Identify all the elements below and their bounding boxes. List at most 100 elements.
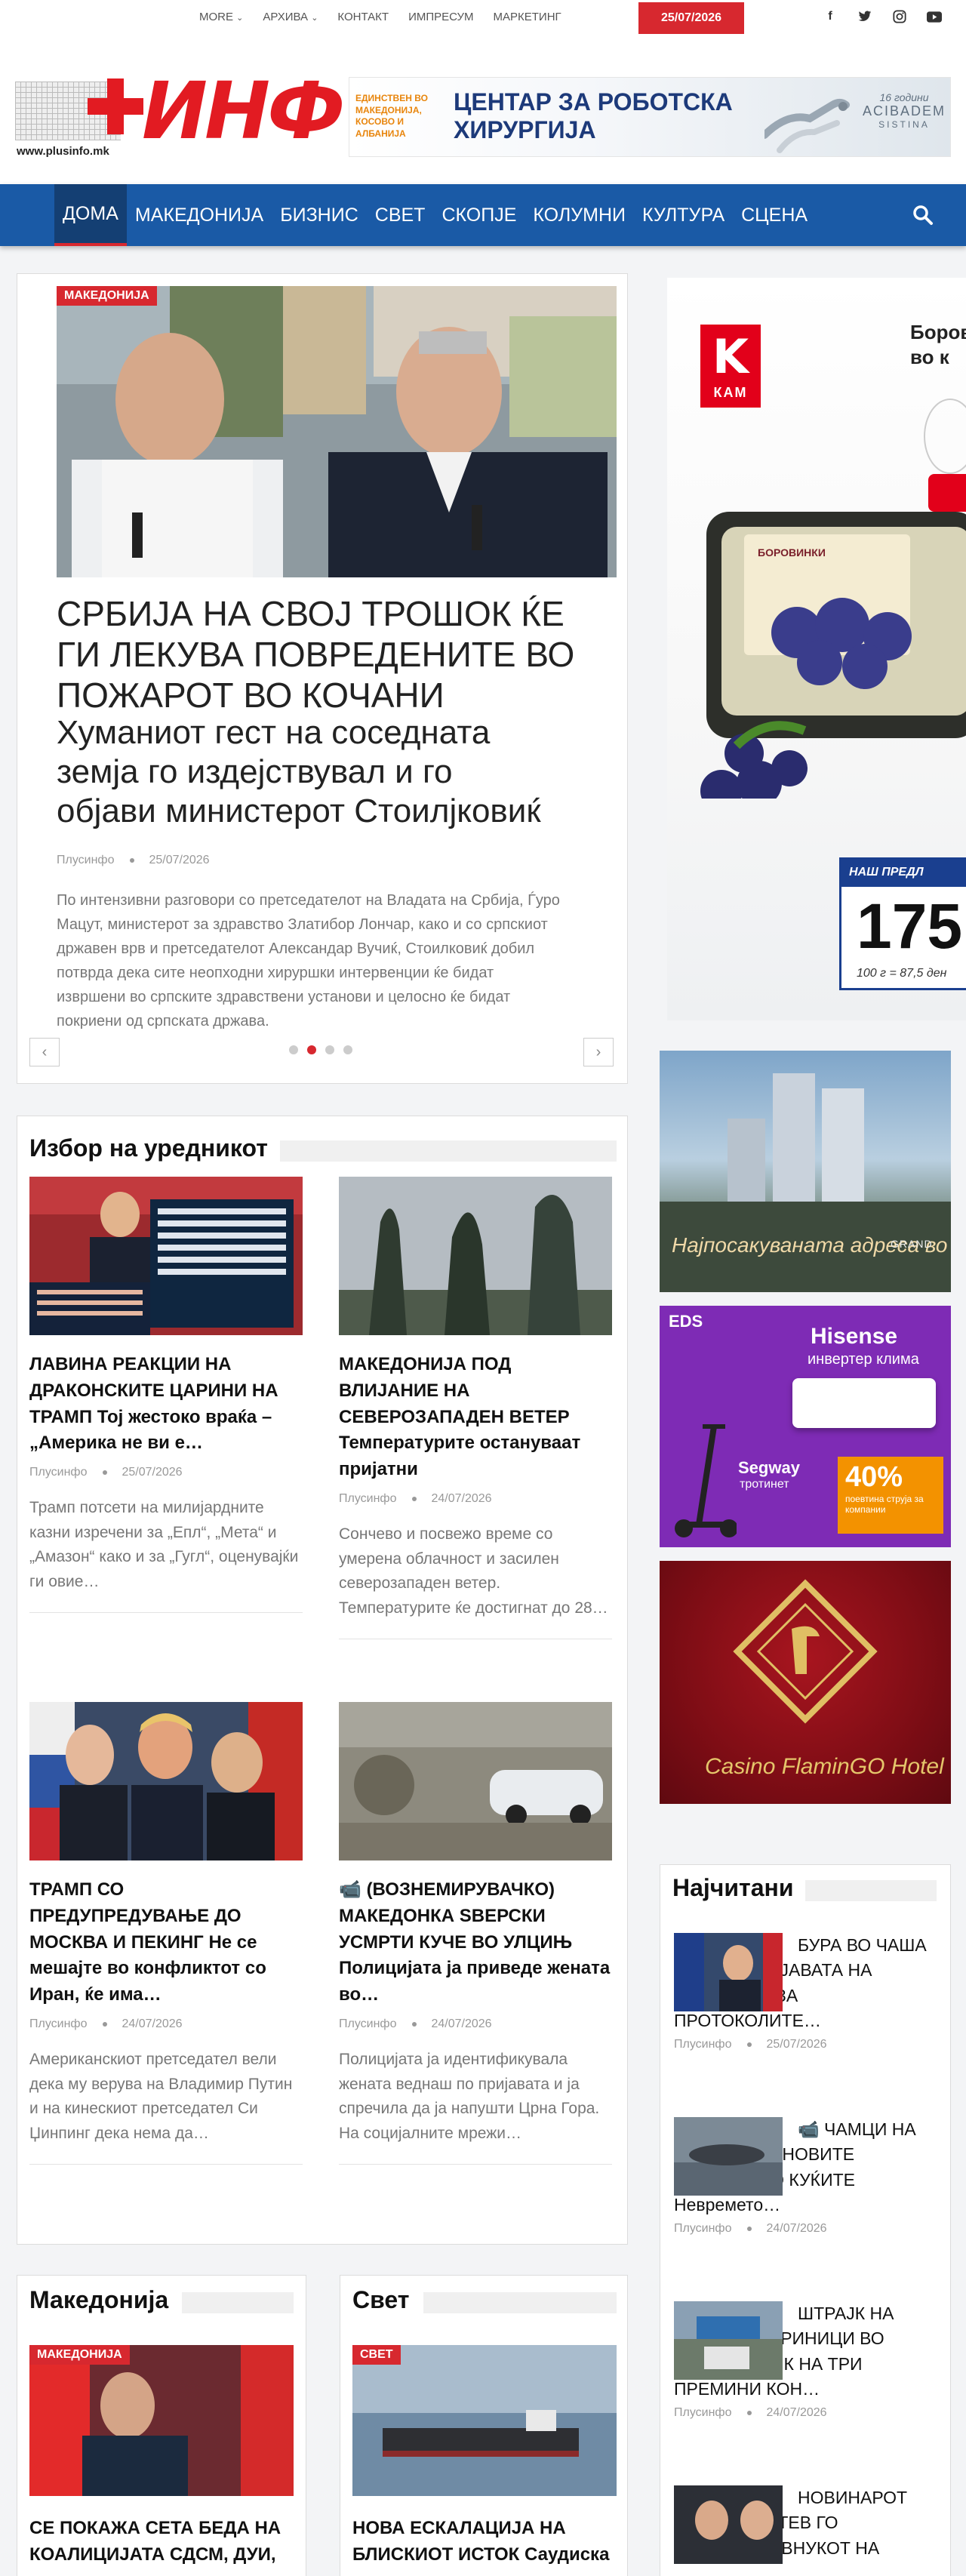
top-nav-more[interactable]: MORE ⌄ — [199, 11, 243, 23]
slider-prev-button[interactable]: ‹ — [29, 1038, 60, 1066]
featured-subtitle[interactable]: Хуманиот гест на соседната земја го изде… — [57, 713, 617, 834]
scooter-image — [675, 1424, 737, 1537]
post-date: 24/07/2026 — [766, 2222, 827, 2236]
meta-separator — [129, 858, 134, 863]
author-name[interactable]: Плусинфо — [674, 2038, 732, 2051]
sidebar-ad-eds[interactable]: EDS Hisense инвертер клима Segway тротин… — [660, 1306, 951, 1547]
chevron-down-icon: ⌄ — [236, 14, 244, 23]
editor-post[interactable]: МАКЕДОНИЈА ПОД ВЛИЈАНИЕ НА СЕВЕРОЗАПАДЕН… — [339, 1177, 612, 1640]
post-title[interactable]: СЕ ПОКАЖА СЕТА БЕДА НА КОАЛИЦИЈАТА СДСМ,… — [29, 2516, 294, 2568]
editor-post[interactable]: ЛАВИНА РЕАКЦИИ НА ДРАКОНСКИТЕ ЦАРИНИ НА … — [29, 1177, 303, 1614]
post-date: 24/07/2026 — [122, 2017, 183, 2030]
section-title: Македонија — [29, 2286, 169, 2313]
post-thumbnail[interactable] — [339, 1177, 612, 1335]
slider-dot[interactable] — [289, 1045, 298, 1054]
sidebar-ad-casino[interactable]: Casino FlaminGO Hotel — [660, 1561, 951, 1804]
post-meta: Плусинфо 25/07/2026 — [674, 2038, 938, 2051]
most-read-item[interactable]: 📹 ЧАМЦИ НА БРЕГОТ, БРАНОВИТЕ СТИГНАА ДО … — [674, 2117, 938, 2236]
nav-item-business[interactable]: БИЗНИС — [272, 184, 367, 246]
camera-icon: 📹 — [339, 1879, 367, 1900]
nav-item-culture[interactable]: КУЛТУРА — [634, 184, 733, 246]
facebook-icon[interactable]: f — [823, 9, 838, 24]
post-thumbnail[interactable] — [674, 2117, 783, 2196]
editor-post[interactable]: ТРАМП СО ПРЕДУПРЕДУВАЊЕ ДО МОСКВА И ПЕКИ… — [29, 1702, 303, 2165]
author-name[interactable]: Плусинфо — [29, 2017, 88, 2031]
post-thumbnail[interactable] — [674, 2301, 783, 2380]
post-meta: Плусинфо 25/07/2026 — [29, 1466, 303, 1479]
eds-logo: EDS — [669, 1312, 703, 1331]
author-name[interactable]: Плусинфо — [339, 1492, 397, 1506]
post-date: 24/07/2026 — [431, 2017, 492, 2030]
sidebar-ad-building[interactable]: Најпосакуваната адреса во градот GRAND — [660, 1051, 951, 1292]
top-nav-contact[interactable]: КОНТАКТ — [337, 11, 389, 23]
most-read-item[interactable]: БУРА ВО ЧАША ВОДА ПО ИЗЈАВАТА НА МУЦУНСК… — [674, 1933, 938, 2051]
most-read-item[interactable]: ШТРАЈК НА ГРЧКИТЕ ЦАРИНИЦИ ВО ПОНЕДЕЛНИК… — [674, 2301, 938, 2420]
instagram-icon[interactable] — [892, 9, 907, 24]
hisense-brand: Hisense — [811, 1324, 898, 1349]
slider-dot[interactable] — [343, 1045, 352, 1054]
post-thumbnail[interactable] — [674, 2485, 783, 2564]
nav-item-macedonia[interactable]: МАКЕДОНИЈА — [127, 184, 272, 246]
post-title[interactable]: 📹 (ВОЗНЕМИРУВАЧКО) МАКЕДОНКА SВЕРСКИ УСМ… — [339, 1877, 612, 2008]
featured-meta: Плусинфо 25/07/2026 — [57, 854, 210, 867]
nav-item-columns[interactable]: КОЛУМНИ — [525, 184, 634, 246]
price-tag: НАШ ПРЕДЛ 175 100 г = 87,5 ден — [839, 857, 966, 990]
author-name[interactable]: Плусинфо — [57, 854, 115, 867]
nav-item-scene[interactable]: СЦЕНА — [733, 184, 816, 246]
nav-item-world[interactable]: СВЕТ — [367, 184, 434, 246]
post-title[interactable]: ТРАМП СО ПРЕДУПРЕДУВАЊЕ ДО МОСКВА И ПЕКИ… — [29, 1877, 303, 2008]
editor-post[interactable]: 📹 (ВОЗНЕМИРУВАЧКО) МАКЕДОНКА SВЕРСКИ УСМ… — [339, 1702, 612, 2165]
author-name[interactable]: Плусинфо — [29, 1466, 88, 1479]
twitter-icon[interactable] — [857, 9, 872, 24]
casino-name: Casino FlaminGO Hotel — [705, 1754, 944, 1779]
post-excerpt: Сончево и посвежо време со умерена облач… — [339, 1525, 608, 1617]
post-title[interactable]: ЛАВИНА РЕАКЦИИ НА ДРАКОНСКИТЕ ЦАРИНИ НА … — [29, 1352, 303, 1457]
featured-image[interactable]: МАКЕДОНИЈА — [57, 286, 617, 577]
header-banner-ad[interactable]: ЕДИНСТВЕН ВО МАКЕДОНИЈА, КОСОВО И АЛБАНИ… — [349, 77, 951, 157]
post-divider — [29, 1612, 303, 1614]
most-read-widget: Најчитани БУРА ВО ЧАША ВОДА ПО ИЗЈАВАТА … — [660, 1864, 951, 2576]
post-divider — [339, 2164, 612, 2165]
author-name[interactable]: Плусинфо — [674, 2222, 732, 2236]
banner-title: ЦЕНТАР ЗА РОБОТСКА ХИРУРГИЈА — [454, 88, 733, 143]
author-name[interactable]: Плусинфо — [339, 2017, 397, 2031]
post-thumbnail[interactable]: МАКЕДОНИЈА — [29, 2345, 294, 2496]
slider-dot[interactable] — [325, 1045, 334, 1054]
category-tag[interactable]: МАКЕДОНИЈА — [57, 286, 157, 306]
nav-item-home[interactable]: ДОМА — [54, 184, 127, 246]
post-thumbnail[interactable]: СВЕТ — [352, 2345, 617, 2496]
top-nav-archive[interactable]: АРХИВА ⌄ — [263, 11, 318, 23]
top-bar: MORE ⌄ АРХИВА ⌄ КОНТАКТ ИМПРЕСУМ МАРКЕТИ… — [0, 0, 966, 41]
section-divider — [423, 2292, 617, 2313]
slider-dot-active[interactable] — [307, 1045, 316, 1054]
youtube-icon[interactable] — [927, 9, 942, 24]
post-excerpt: Трамп потсети на милијардните казни изре… — [29, 1499, 299, 1590]
category-tag[interactable]: СВЕТ — [352, 2345, 401, 2365]
sidebar-ad-kam[interactable]: K КАМ Боров во к БОРОВИНКИ НАШ ПРЕДЛ 175… — [667, 278, 966, 1020]
ad-decor-circle — [924, 399, 966, 474]
top-nav-impressum[interactable]: ИМПРЕСУМ — [408, 11, 473, 23]
post-title[interactable]: НОВА ЕСКАЛАЦИЈА НА БЛИСКИОТ ИСТОК Саудис… — [352, 2516, 617, 2568]
robot-hand-icon — [764, 99, 850, 153]
post-thumbnail[interactable] — [29, 1177, 303, 1335]
post-divider — [29, 2164, 303, 2165]
post-excerpt: Полицијата ја идентификувала жената ведн… — [339, 2050, 600, 2142]
post-title[interactable]: МАКЕДОНИЈА ПОД ВЛИЈАНИЕ НА СЕВЕРОЗАПАДЕН… — [339, 1352, 612, 1483]
most-read-item[interactable]: НОВИНАРОТ ЉУПЧО ЗЛАТЕВ ГО РАСКРИНКА ВНУК… — [674, 2485, 938, 2564]
nav-item-skopje[interactable]: СКОПЈЕ — [433, 184, 525, 246]
segway-label: Segway — [738, 1458, 800, 1477]
search-icon[interactable] — [912, 204, 934, 226]
featured-title[interactable]: СРБИЈА НА СВОЈ ТРОШОК ЌЕ ГИ ЛЕКУВА ПОВРЕ… — [57, 594, 617, 716]
chevron-down-icon: ⌄ — [311, 14, 318, 23]
author-name[interactable]: Плусинфо — [674, 2406, 732, 2420]
site-logo[interactable]: ИНФ www.plusinfo.mk — [15, 65, 345, 166]
editors-choice-section: Избор на уредникот ЛАВИНА РЕАКЦИИ НА ДРА… — [17, 1116, 628, 2245]
category-tag[interactable]: МАКЕДОНИЈА — [29, 2345, 130, 2365]
post-thumbnail[interactable] — [339, 1702, 612, 1860]
top-nav-marketing[interactable]: МАРКЕТИНГ — [494, 11, 561, 23]
post-thumbnail[interactable] — [29, 1702, 303, 1860]
post-thumbnail[interactable] — [674, 1933, 783, 2011]
slider-next-button[interactable]: › — [583, 1038, 614, 1066]
slider-dots — [289, 1045, 352, 1054]
post-date: 25/07/2026 — [122, 1466, 183, 1479]
